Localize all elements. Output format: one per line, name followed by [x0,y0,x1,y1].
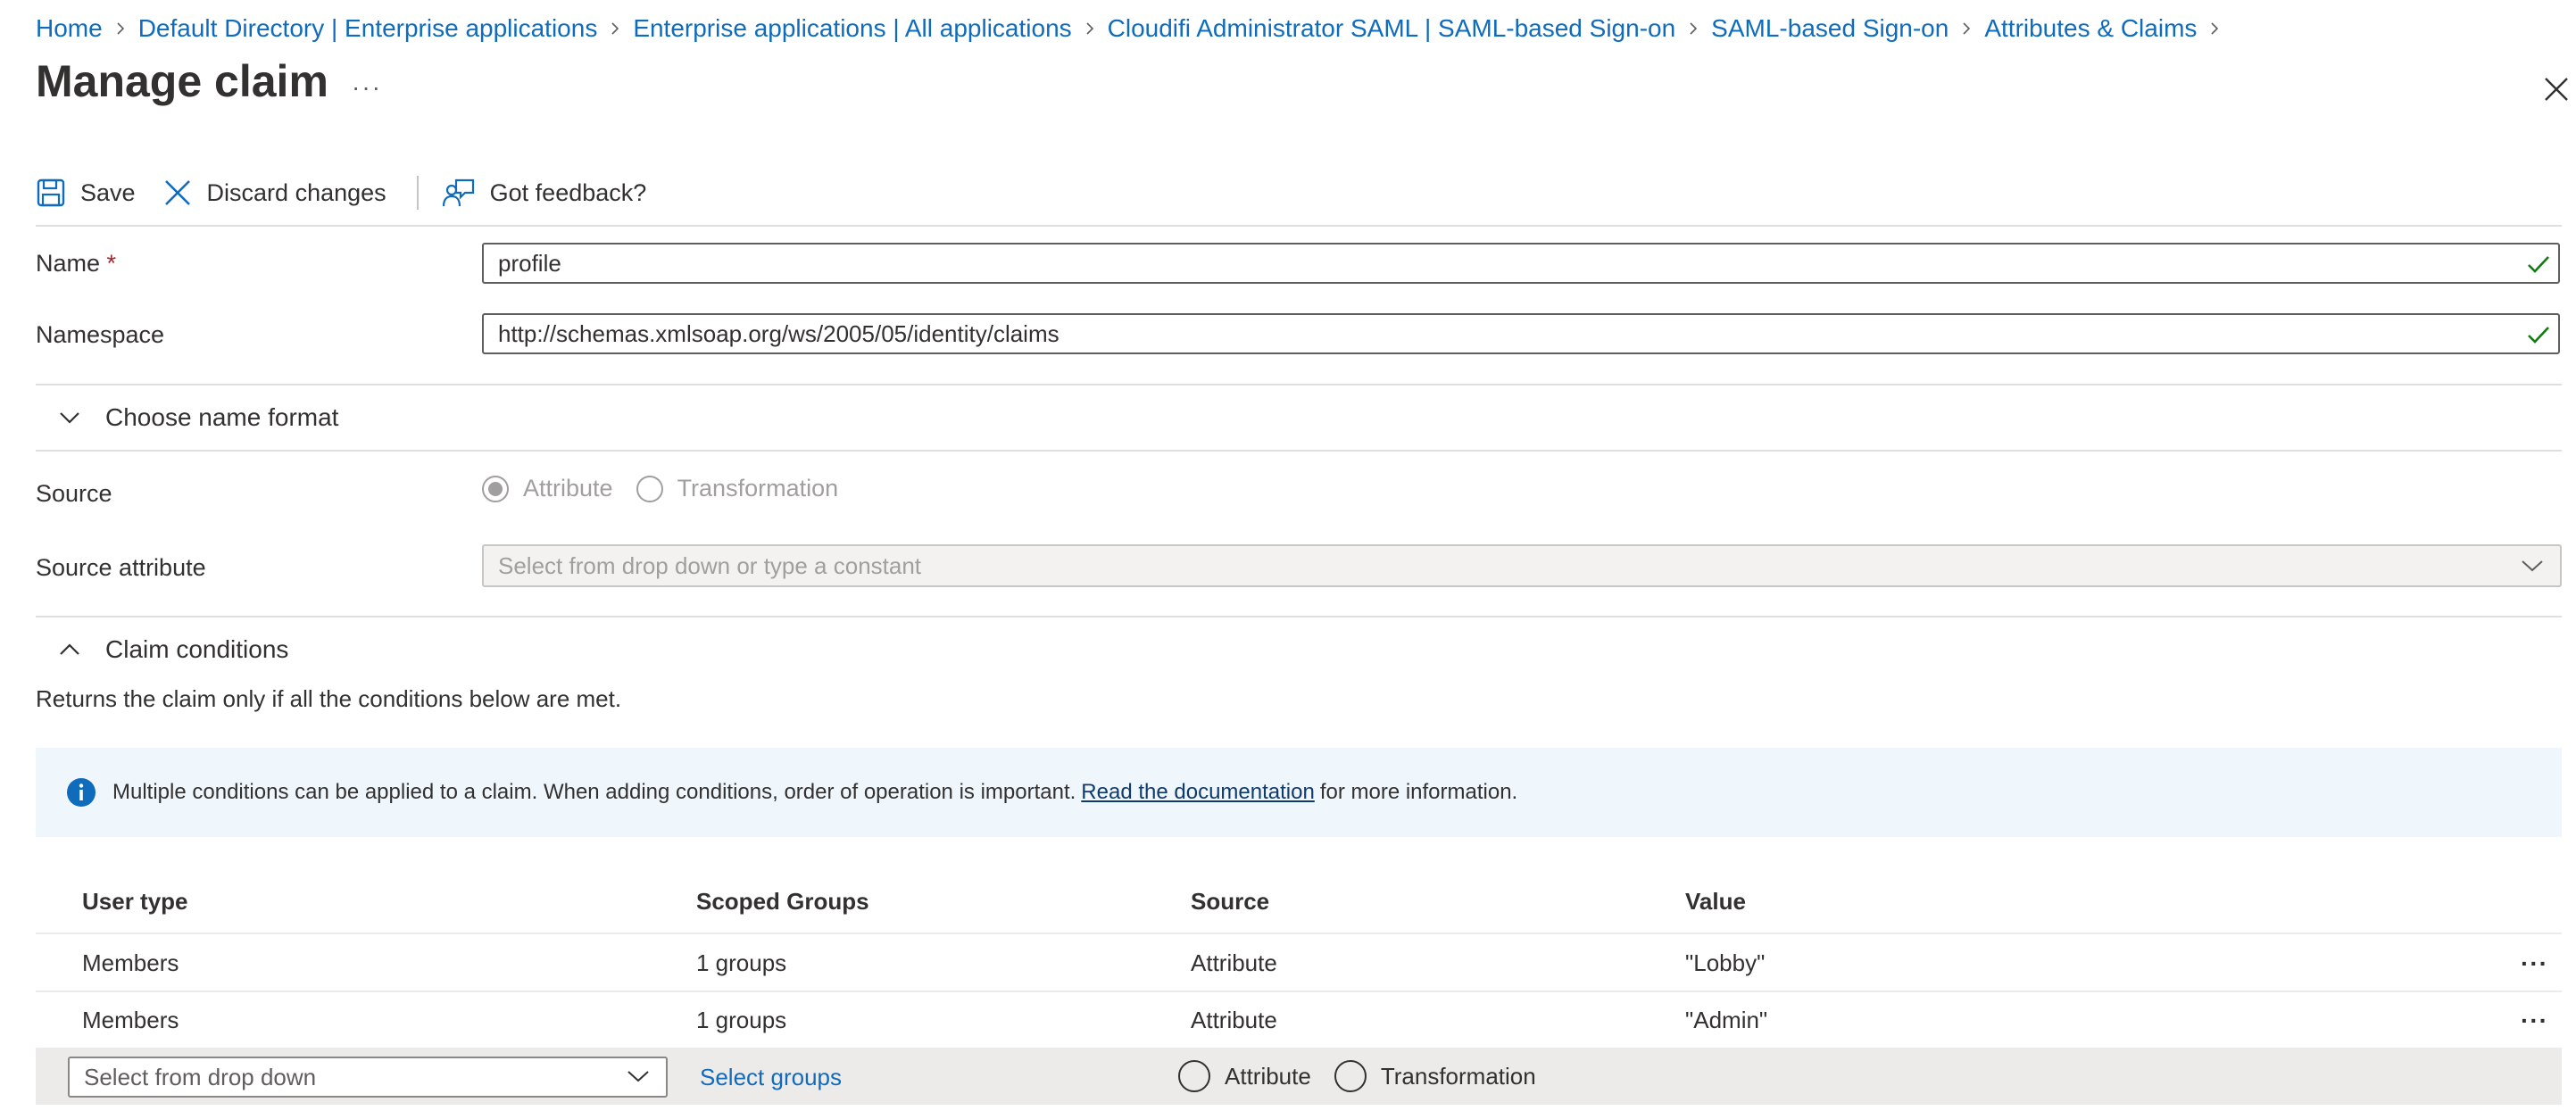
source-label: Source [36,480,112,507]
checkmark-icon [2528,256,2549,273]
command-bar: Save Discard changes Got feedback? [36,170,673,216]
source-radio-attribute-label: Attribute [523,475,613,501]
cell-user-type: Members [82,1007,179,1033]
user-type-dropdown[interactable]: Select from drop down [68,1057,668,1098]
info-message-bar: Multiple conditions can be applied to a … [36,748,2562,837]
toolbar-divider-line [36,225,2562,227]
discard-label: Discard changes [206,178,386,206]
namespace-label: Namespace [36,321,165,348]
breadcrumb-all-applications[interactable]: Enterprise applications | All applicatio… [633,14,1071,43]
cell-value: "Admin" [1685,1007,1768,1033]
close-icon[interactable] [2540,73,2572,105]
new-condition-radio-attribute[interactable] [1178,1060,1210,1092]
namespace-input-value: http://schemas.xmlsoap.org/ws/2005/05/id… [498,319,1059,347]
source-radio-group: Attribute Transformation [482,475,838,502]
choose-name-format-toggle[interactable]: Choose name format [36,400,338,435]
feedback-button[interactable]: Got feedback? [442,178,647,208]
name-label-text: Name [36,250,101,277]
source-attribute-label: Source attribute [36,554,206,581]
section-divider [36,616,2562,618]
claim-conditions-helper: Returns the claim only if all the condit… [36,685,622,712]
chevron-down-icon [2522,560,2543,572]
save-icon [37,178,65,207]
feedback-icon [442,178,474,207]
save-button[interactable]: Save [36,178,136,208]
cell-value: "Lobby" [1685,949,1766,976]
new-condition-row: Select from drop down Select groups Attr… [36,1048,2562,1105]
discard-changes-button[interactable]: Discard changes [162,178,386,208]
cell-scoped-groups: 1 groups [696,949,787,976]
table-row[interactable]: Members 1 groups Attribute "Lobby" ··· [36,933,2562,991]
required-mark: * [106,250,117,277]
row-more-options-button[interactable]: ··· [2521,1007,2548,1035]
chevron-right-icon [1949,21,1984,36]
choose-name-format-label: Choose name format [105,403,339,431]
chevron-right-icon [1675,21,1711,36]
source-radio-transformation-label: Transformation [677,475,839,501]
new-condition-radio-transformation[interactable] [1334,1060,1367,1092]
source-attribute-placeholder: Select from drop down or type a constant [498,551,922,579]
column-header-scoped-groups: Scoped Groups [696,888,869,915]
row-more-options-button[interactable]: ··· [2521,949,2548,978]
info-icon [67,778,96,807]
chevron-right-icon [597,21,633,36]
user-type-dropdown-placeholder: Select from drop down [84,1063,317,1090]
name-input-value: profile [498,249,561,277]
claim-conditions-toggle[interactable]: Claim conditions [36,632,288,667]
chevron-down-icon [60,412,79,424]
breadcrumb-attributes-claims[interactable]: Attributes & Claims [1984,14,2197,43]
new-condition-source-radio-group: Attribute Transformation [1178,1060,1536,1092]
cell-scoped-groups: 1 groups [696,1007,787,1033]
chevron-right-icon [1072,21,1108,36]
column-header-value: Value [1685,888,1746,915]
claim-conditions-label: Claim conditions [105,635,289,663]
page-title: Manage claim [36,56,328,106]
chevron-right-icon [103,21,138,36]
cell-source: Attribute [1191,949,1277,976]
select-groups-link[interactable]: Select groups [700,1064,842,1091]
checkmark-icon [2528,327,2549,344]
section-divider [36,384,2562,385]
source-radio-transformation[interactable] [636,475,663,502]
breadcrumb-saml-sign-on[interactable]: SAML-based Sign-on [1711,14,1949,43]
save-label: Save [80,178,136,206]
chevron-down-icon [627,1071,649,1082]
source-attribute-select[interactable]: Select from drop down or type a constant [482,544,2562,587]
source-radio-attribute[interactable] [482,475,509,502]
more-options-button[interactable]: ··· [352,73,382,102]
column-header-user-type: User type [82,888,188,915]
feedback-label: Got feedback? [489,178,647,206]
close-icon [164,180,190,205]
breadcrumb: Home Default Directory | Enterprise appl… [36,11,2232,46]
toolbar-divider [416,176,419,210]
column-header-source: Source [1191,888,1270,915]
name-input[interactable]: profile [482,243,2560,284]
cell-source: Attribute [1191,1007,1277,1033]
info-message-text: Multiple conditions can be applied to a … [112,780,1076,804]
namespace-input[interactable]: http://schemas.xmlsoap.org/ws/2005/05/id… [482,313,2560,354]
new-condition-radio-transformation-label: Transformation [1380,1062,1536,1090]
name-label: Name * [36,250,116,278]
breadcrumb-default-directory[interactable]: Default Directory | Enterprise applicati… [138,14,598,43]
breadcrumb-home[interactable]: Home [36,14,103,43]
read-documentation-link[interactable]: Read the documentation [1081,780,1315,805]
new-condition-radio-attribute-label: Attribute [1225,1062,1311,1090]
table-row[interactable]: Members 1 groups Attribute "Admin" ··· [36,991,2562,1048]
cell-user-type: Members [82,949,179,976]
chevron-up-icon [60,643,79,655]
section-divider [36,450,2562,452]
breadcrumb-cloudifi-saml[interactable]: Cloudifi Administrator SAML | SAML-based… [1108,14,1676,43]
info-message-suffix: for more information. [1319,780,1518,804]
chevron-right-icon [2197,21,2232,36]
